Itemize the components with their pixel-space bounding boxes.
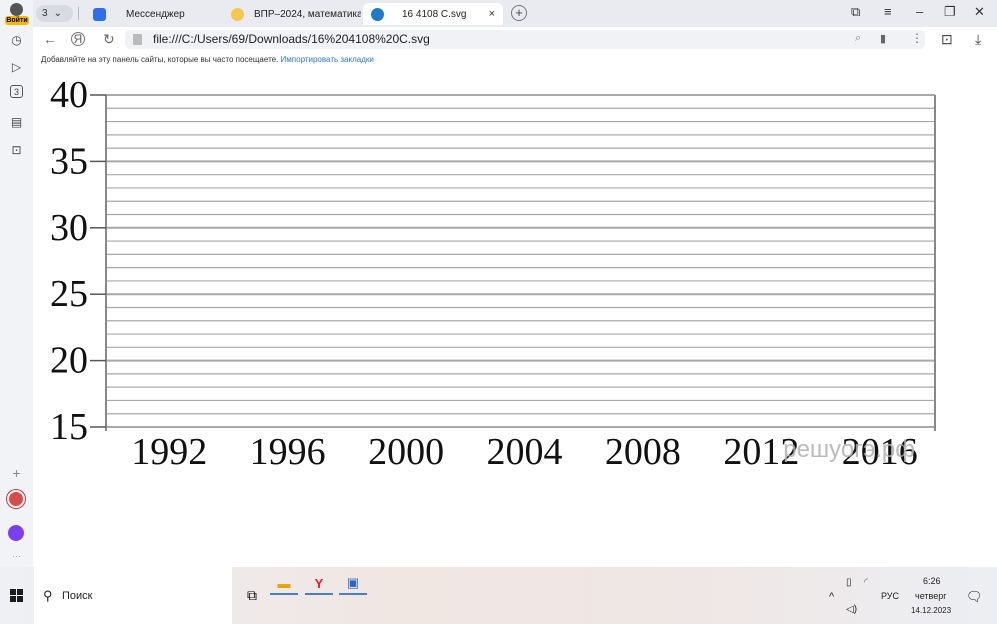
vpr-site-icon bbox=[231, 7, 244, 21]
tab-counter-button[interactable]: 3 ⌄ bbox=[36, 5, 73, 22]
search-icon: ⚲ bbox=[43, 588, 53, 603]
word-app-icon[interactable]: ▣ bbox=[339, 573, 367, 595]
file-icon bbox=[133, 34, 142, 45]
wifi-icon[interactable]: ◜ bbox=[864, 577, 868, 588]
x-tick-label: 1996 bbox=[250, 431, 326, 473]
bookmarks-bar: Добавляйте на эту панель сайты, которые … bbox=[33, 52, 997, 68]
login-label: Войти bbox=[5, 16, 29, 25]
tab-vpr[interactable]: ВПР–2024, математика–8 bbox=[223, 3, 361, 25]
url-text: file:///C:/Users/69/Downloads/16%204108%… bbox=[153, 32, 430, 46]
y-tick-label: 30 bbox=[50, 207, 88, 249]
tab-svg-file[interactable]: 16 4108 C.svg × bbox=[363, 3, 503, 25]
navigation-bar: ← Я ↻ file:///C:/Users/69/Downloads/16%2… bbox=[33, 27, 997, 52]
close-window-icon[interactable]: ✕ bbox=[974, 4, 985, 20]
tab-label: ВПР–2024, математика–8 bbox=[254, 8, 361, 20]
file-explorer-icon[interactable]: ▬ bbox=[270, 573, 298, 595]
clock-date[interactable]: 14.12.2023 bbox=[911, 606, 951, 615]
bookmarks-hint: Добавляйте на эту панель сайты, которые … bbox=[41, 55, 279, 64]
language-indicator[interactable]: РУС bbox=[881, 591, 899, 601]
reshu-app-icon[interactable] bbox=[7, 490, 25, 508]
tab-bar: 3 ⌄ Мессенджер ВПР–2024, математика–8 16… bbox=[33, 0, 997, 27]
avatar-icon bbox=[10, 3, 23, 16]
yandex-icon[interactable]: Я bbox=[71, 32, 85, 46]
windows-start-icon[interactable] bbox=[10, 589, 24, 603]
more-icon[interactable]: ··· bbox=[7, 546, 26, 565]
collections-icon[interactable]: ⧉ bbox=[851, 4, 860, 20]
search-in-page-icon[interactable]: ⌕ bbox=[855, 32, 861, 45]
task-view-icon[interactable]: ⧉ bbox=[238, 584, 266, 606]
play-icon[interactable]: ▷ bbox=[7, 57, 26, 76]
chart-canvas: 1520253035401992 1996 2000 2004 2008 2012 2016… bbox=[50, 74, 936, 473]
tray-expand-icon[interactable]: ^ bbox=[829, 591, 834, 603]
x-tick-label: 2000 bbox=[368, 431, 444, 473]
download-icon[interactable]: ⤓ bbox=[975, 31, 981, 48]
x-tick-label: 2008 bbox=[605, 431, 681, 473]
import-bookmarks-link[interactable]: Импортировать закладки bbox=[281, 55, 374, 64]
alice-assistant-icon[interactable] bbox=[8, 525, 24, 541]
taskbar: ⚲ Поиск ⧉ ▬ Y ▣ ^ ▯ ◜ ◁) РУС 6:26 четвер… bbox=[0, 567, 997, 624]
notifications-icon[interactable]: 🗨 bbox=[966, 589, 983, 605]
bookmark-icon[interactable]: ▮ bbox=[880, 32, 886, 45]
watermark-text: решуогэ.рф bbox=[783, 436, 915, 463]
counter-icon[interactable]: 3 bbox=[10, 85, 23, 98]
profile-button[interactable]: Войти bbox=[4, 2, 30, 28]
y-tick-label: 40 bbox=[50, 74, 88, 116]
minimize-icon[interactable]: – bbox=[916, 4, 923, 19]
tab-divider bbox=[78, 7, 79, 20]
address-bar[interactable]: file:///C:/Users/69/Downloads/16%204108%… bbox=[125, 30, 925, 49]
tab-label: 16 4108 C.svg bbox=[402, 8, 467, 20]
volume-icon[interactable]: ◁) bbox=[846, 604, 857, 615]
camera-icon[interactable]: ⊡ bbox=[7, 140, 26, 159]
chevron-down-icon: ⌄ bbox=[53, 8, 62, 19]
clock-time[interactable]: 6:26 bbox=[923, 576, 941, 586]
y-tick-label: 35 bbox=[50, 140, 88, 182]
taskbar-search[interactable]: ⚲ Поиск bbox=[34, 567, 232, 624]
battery-icon[interactable]: ▯ bbox=[846, 577, 852, 588]
y-tick-label: 15 bbox=[50, 406, 88, 448]
browser-file-icon bbox=[371, 7, 384, 21]
y-tick-label: 25 bbox=[50, 273, 88, 315]
tab-count: 3 bbox=[42, 8, 48, 19]
back-icon[interactable]: ← bbox=[43, 31, 57, 47]
x-tick-label: 2004 bbox=[487, 431, 563, 473]
browser-sidebar: Войти ◷ ▷ 3 ▤ ⊡ + ··· bbox=[0, 0, 33, 567]
tab-label: Мессенджер bbox=[126, 8, 185, 20]
screen: Войти ◷ ▷ 3 ▤ ⊡ + ··· 3 ⌄ Мессенджер ВПР… bbox=[0, 0, 997, 624]
extensions-icon[interactable]: ⊡ bbox=[941, 31, 953, 48]
menu-icon[interactable]: ≡ bbox=[884, 4, 892, 19]
clock-weekday[interactable]: четверг bbox=[915, 591, 947, 601]
messenger-icon bbox=[93, 7, 106, 21]
new-tab-button[interactable]: + bbox=[511, 5, 527, 21]
yandex-browser-icon[interactable]: Y bbox=[305, 573, 333, 595]
search-placeholder: Поиск bbox=[62, 590, 93, 602]
more-options-icon[interactable]: ⋮ bbox=[911, 31, 923, 45]
x-tick-label: 1992 bbox=[131, 431, 207, 473]
add-panel-icon[interactable]: + bbox=[7, 463, 26, 482]
notes-icon[interactable]: ▤ bbox=[7, 112, 26, 131]
history-icon[interactable]: ◷ bbox=[7, 30, 26, 49]
y-tick-label: 20 bbox=[50, 340, 88, 382]
tab-messenger[interactable]: Мессенджер bbox=[85, 3, 220, 25]
close-tab-icon[interactable]: × bbox=[489, 8, 495, 20]
reload-icon[interactable]: ↻ bbox=[103, 31, 115, 48]
restore-icon[interactable]: ❐ bbox=[944, 4, 956, 20]
